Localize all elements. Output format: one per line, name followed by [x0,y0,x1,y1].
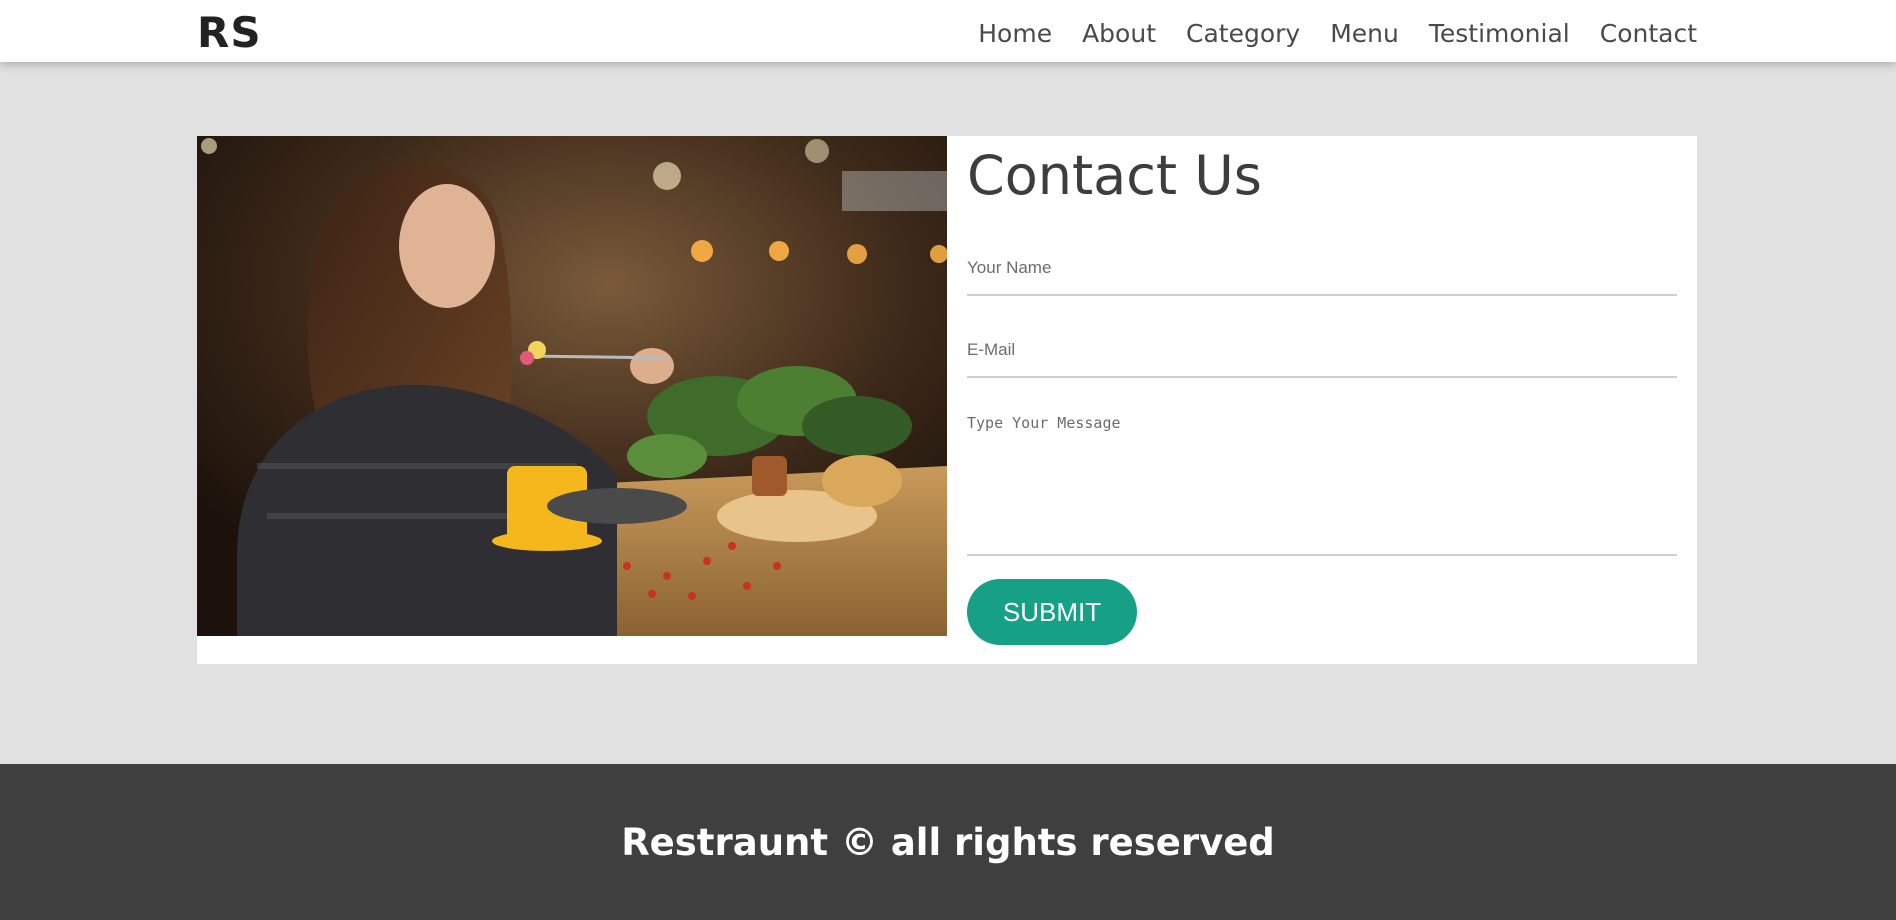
name-input[interactable] [967,242,1677,296]
site-header: RS Home About Category Menu Testimonial … [0,0,1896,62]
nav-menu[interactable]: Menu [1330,16,1399,52]
site-footer: Restraunt © all rights reserved [0,764,1896,920]
nav-home[interactable]: Home [978,16,1052,52]
nav-about[interactable]: About [1082,16,1156,52]
photo-illustration [197,136,947,636]
site-logo[interactable]: RS [197,8,262,58]
nav-category[interactable]: Category [1186,16,1300,52]
main-nav: Home About Category Menu Testimonial Con… [978,16,1697,52]
submit-button[interactable]: SUBMIT [967,579,1137,645]
restaurant-photo [197,136,947,636]
footer-copyright: Restraunt © all rights reserved [621,821,1275,864]
email-input[interactable] [967,324,1677,378]
contact-title: Contact Us [967,144,1262,207]
message-textarea[interactable] [967,404,1677,556]
nav-testimonial[interactable]: Testimonial [1429,16,1570,52]
nav-contact[interactable]: Contact [1600,16,1697,52]
contact-card: Contact Us SUBMIT [197,136,1697,664]
